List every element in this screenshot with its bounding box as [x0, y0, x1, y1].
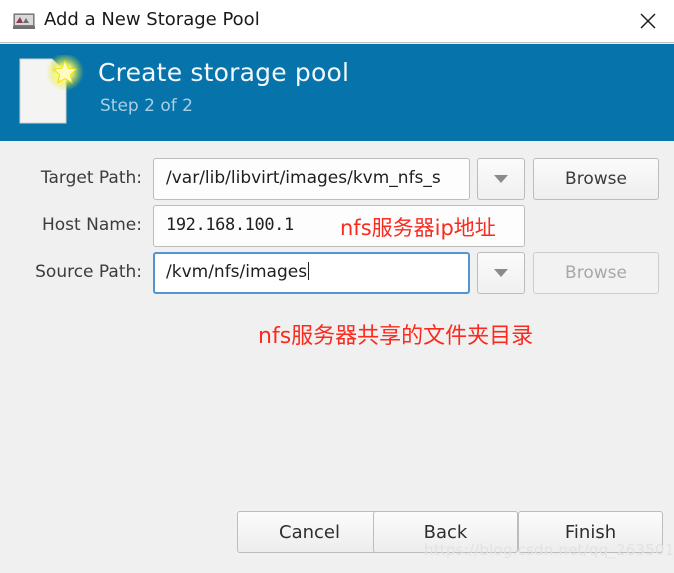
- target-path-browse-button[interactable]: Browse: [533, 158, 659, 200]
- text-caret: [308, 262, 310, 280]
- host-name-value: 192.168.100.1: [166, 215, 294, 235]
- header-title: Create storage pool: [98, 58, 350, 87]
- source-path-dropdown-button[interactable]: [477, 252, 525, 294]
- target-path-label: Target Path:: [40, 168, 142, 188]
- source-path-input[interactable]: /kvm/nfs/images: [153, 252, 470, 294]
- window-title: Add a New Storage Pool: [44, 9, 260, 30]
- source-path-browse-button: Browse: [533, 252, 659, 294]
- chevron-down-icon: [494, 175, 508, 183]
- header-subtitle: Step 2 of 2: [100, 96, 193, 116]
- dialog-body: Target Path: /var/lib/libvirt/images/kvm…: [0, 141, 674, 573]
- add-storage-pool-dialog: Add a New Storage Pool Create storage po…: [0, 0, 674, 573]
- cancel-button[interactable]: Cancel: [237, 511, 382, 553]
- host-name-row: Host Name: 192.168.100.1: [0, 205, 674, 249]
- monitor-icon: [12, 13, 36, 30]
- source-path-label: Source Path:: [35, 262, 142, 282]
- watermark: https://blog.csdn.net/qq_26350199: [424, 541, 674, 559]
- source-path-row: Source Path: /kvm/nfs/images Browse: [0, 252, 674, 296]
- target-path-input[interactable]: /var/lib/libvirt/images/kvm_nfs_s: [153, 158, 470, 200]
- new-document-star-icon: [16, 53, 86, 129]
- host-name-label: Host Name:: [42, 215, 142, 235]
- target-path-value: /var/lib/libvirt/images/kvm_nfs_s: [166, 168, 441, 188]
- target-path-row: Target Path: /var/lib/libvirt/images/kvm…: [0, 158, 674, 202]
- title-bar: Add a New Storage Pool: [0, 0, 674, 43]
- source-path-annotation: nfs服务器共享的文件夹目录: [258, 324, 534, 349]
- close-icon[interactable]: [622, 0, 674, 42]
- source-path-value: /kvm/nfs/images: [166, 262, 310, 282]
- chevron-down-icon: [494, 269, 508, 277]
- dialog-header: Create storage pool Step 2 of 2: [0, 44, 674, 141]
- target-path-dropdown-button[interactable]: [477, 158, 525, 200]
- host-name-annotation: nfs服务器ip地址: [340, 216, 496, 240]
